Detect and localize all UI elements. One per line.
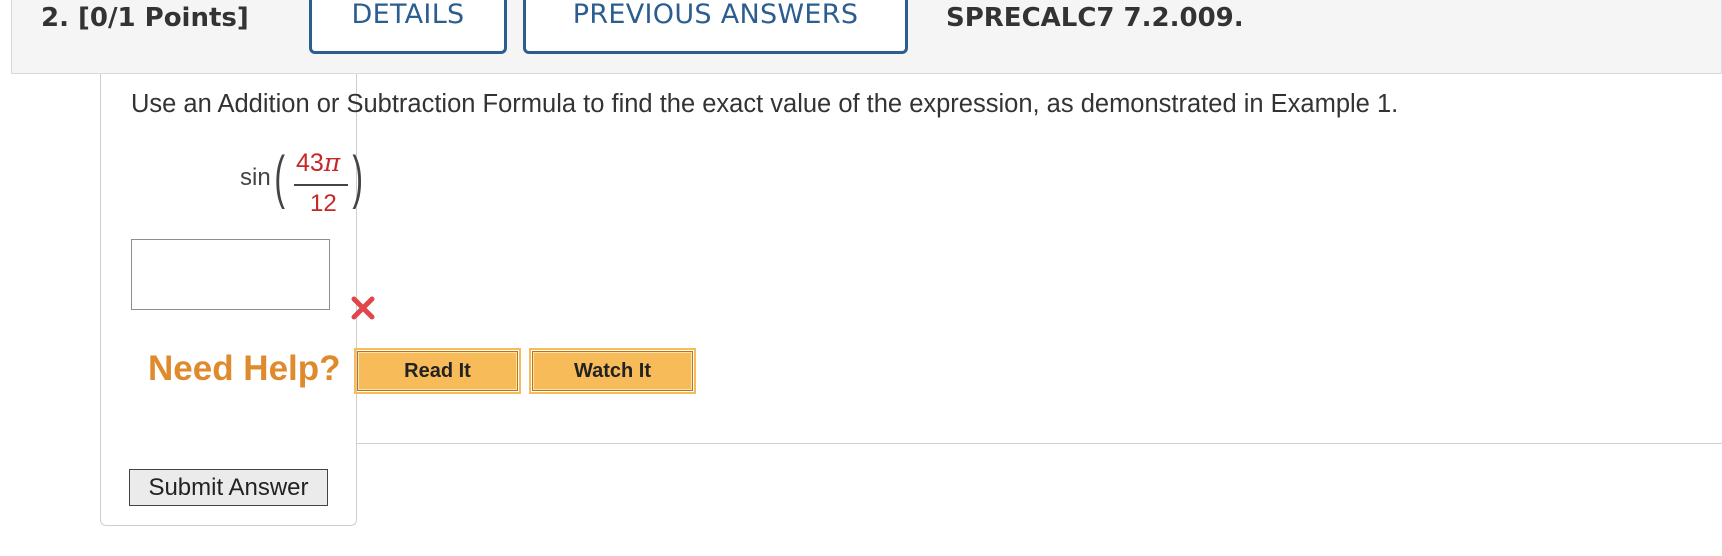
submit-answer-button[interactable]: Submit Answer: [129, 469, 328, 506]
panel-divider: [356, 443, 1722, 444]
function-name: sin: [240, 164, 271, 191]
fraction-numerator: 43π: [296, 148, 340, 178]
left-paren: (: [274, 145, 285, 210]
right-paren: ): [352, 145, 363, 210]
problem-code: SPRECALC7 7.2.009.: [946, 3, 1244, 33]
fraction-denominator: 12: [310, 190, 337, 217]
watch-it-button[interactable]: Watch It: [529, 348, 696, 394]
fraction-bar: [294, 184, 348, 186]
pi-symbol: π: [323, 148, 341, 177]
incorrect-x-icon: [351, 296, 375, 320]
tab-details[interactable]: DETAILS: [309, 0, 507, 54]
answer-input[interactable]: [131, 239, 330, 310]
need-help-label: Need Help?: [148, 349, 341, 388]
numerator-value: 43: [296, 149, 324, 177]
question-instructions: Use an Addition or Subtraction Formula t…: [131, 90, 1399, 118]
read-it-button[interactable]: Read It: [354, 348, 521, 394]
tab-previous-answers[interactable]: PREVIOUS ANSWERS: [523, 0, 908, 54]
question-points-label: 2. [0/1 Points]: [41, 3, 249, 33]
